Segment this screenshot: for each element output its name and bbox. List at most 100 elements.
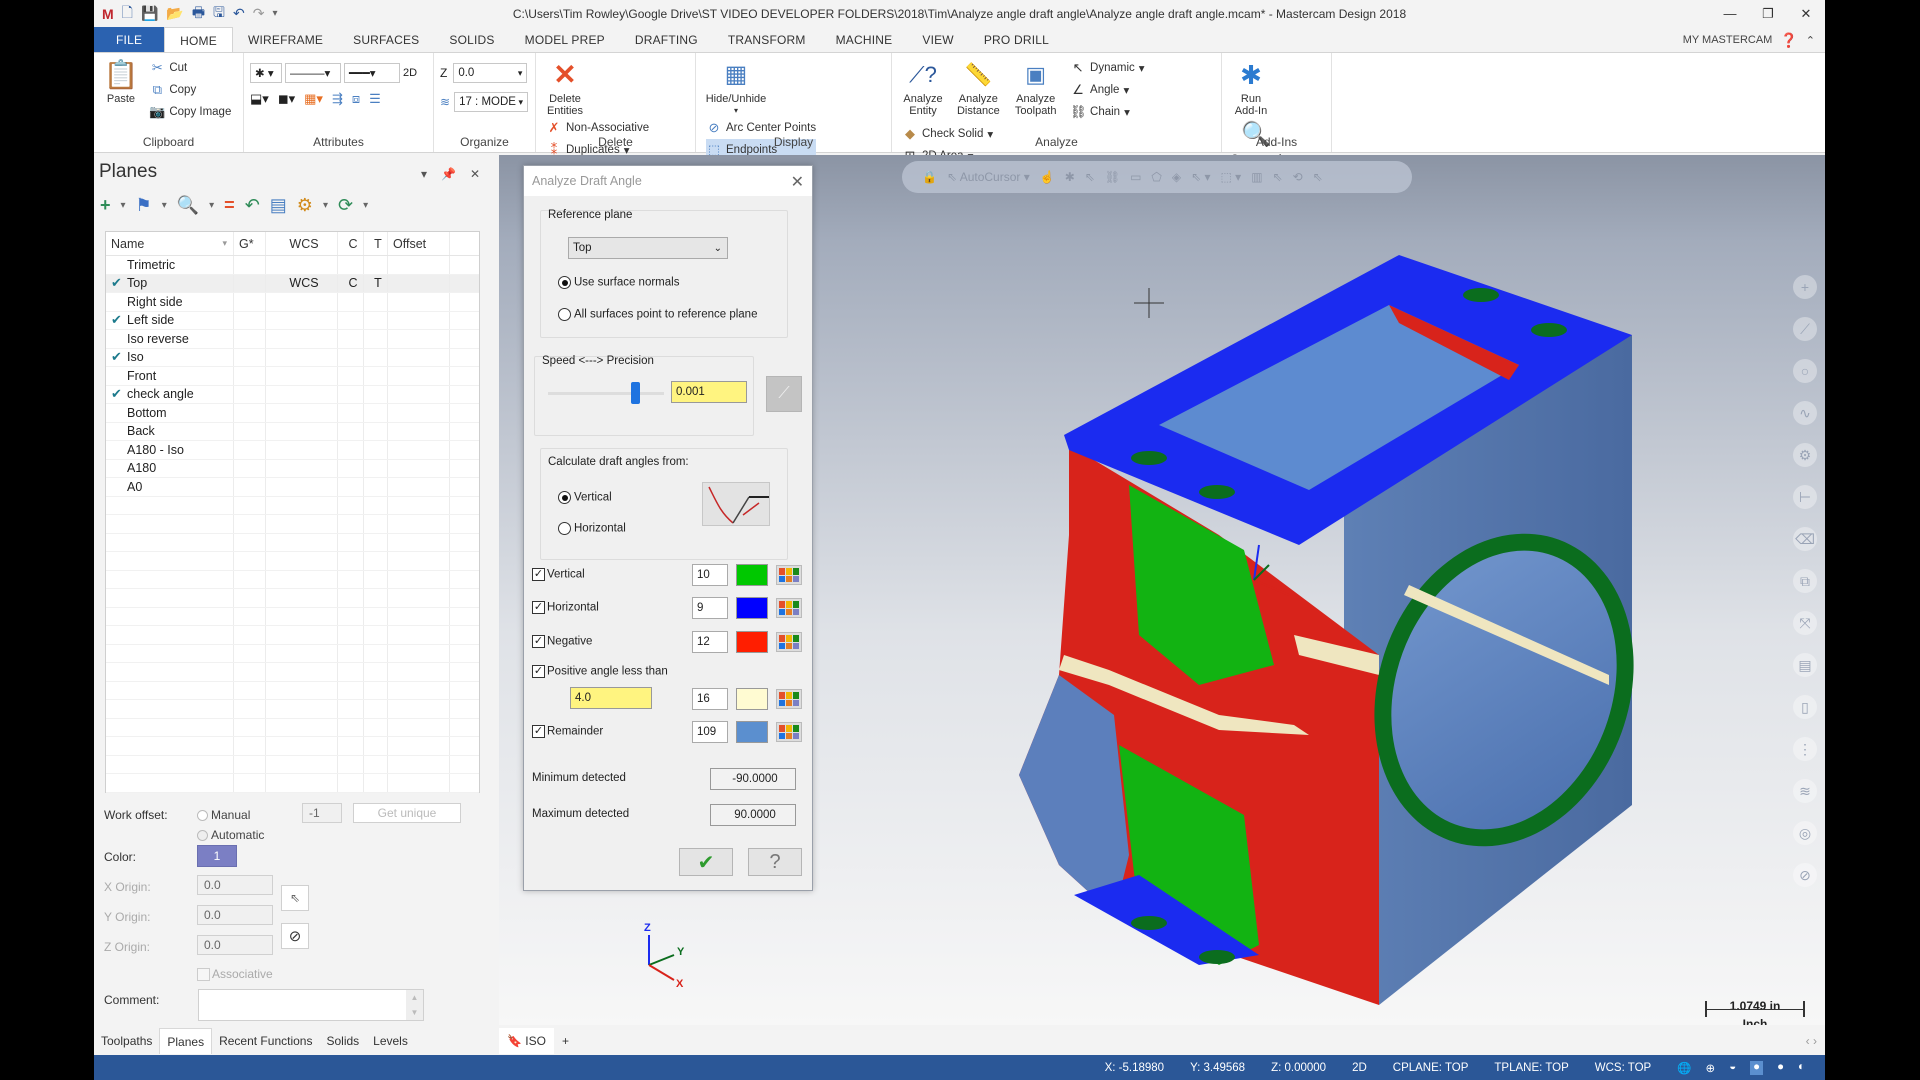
calc-horizontal-radio[interactable]: Horizontal xyxy=(558,522,626,535)
plane-c-cell[interactable] xyxy=(338,459,364,477)
precision-slider-track[interactable] xyxy=(548,392,664,395)
close-button[interactable]: ✕ xyxy=(1787,0,1825,27)
column-wcs[interactable]: WCS xyxy=(266,232,338,255)
tab-drafting[interactable]: DRAFTING xyxy=(620,27,713,53)
plane-c-cell[interactable] xyxy=(338,478,364,496)
category-level-input[interactable]: 109 xyxy=(692,721,728,743)
plane-wcs-cell[interactable] xyxy=(266,293,338,311)
delete-entities-button[interactable]: ✕ Delete Entities xyxy=(545,57,585,118)
zoom-in-icon[interactable]: + xyxy=(1793,275,1817,299)
column-t[interactable]: T xyxy=(364,232,388,255)
category-level-input[interactable]: 9 xyxy=(692,597,728,619)
wireframe-color-icon[interactable]: ⬓▾ xyxy=(250,91,269,107)
add-plane-icon[interactable]: + xyxy=(100,195,111,216)
reference-plane-dropdown[interactable]: Top ⌄ xyxy=(568,237,728,259)
plane-wcs-cell[interactable] xyxy=(266,330,338,348)
y-origin-input[interactable]: 0.0 xyxy=(197,905,273,925)
paste-button[interactable]: 📋 Paste xyxy=(103,57,139,106)
undo-icon[interactable]: ↶ xyxy=(233,5,245,22)
gear-tool-icon[interactable]: ⚙ xyxy=(1793,443,1817,467)
plane-c-cell[interactable] xyxy=(338,422,364,440)
plane-c-cell[interactable] xyxy=(338,330,364,348)
plane-row[interactable]: ✔ Left side xyxy=(106,311,479,330)
shaded-icon[interactable]: ● xyxy=(1750,1060,1764,1075)
shaded-edges-icon[interactable]: ● xyxy=(1777,1061,1784,1075)
all-surfaces-radio[interactable]: All surfaces point to reference plane xyxy=(558,308,757,321)
column-c[interactable]: C xyxy=(338,232,364,255)
color-palette-icon[interactable] xyxy=(776,632,802,652)
layers-icon[interactable]: ≋ xyxy=(1793,779,1817,803)
category-color-swatch[interactable] xyxy=(736,688,768,710)
plane-t-cell[interactable] xyxy=(364,385,388,403)
translucency-icon[interactable]: ◐ xyxy=(1798,1061,1805,1075)
plane-c-cell[interactable] xyxy=(338,293,364,311)
precision-apply-button[interactable]: ⟋ xyxy=(766,376,802,412)
plane-c-cell[interactable] xyxy=(338,441,364,459)
plane-t-cell[interactable] xyxy=(364,478,388,496)
plane-row[interactable]: Iso reverse xyxy=(106,330,479,349)
wireframe-globe-icon[interactable]: 🌐 xyxy=(1677,1061,1691,1075)
dimension-icon[interactable]: ⊢ xyxy=(1793,485,1817,509)
plane-wcs-cell[interactable] xyxy=(266,459,338,477)
flag-icon[interactable]: ⚑ xyxy=(136,195,152,216)
category-checkbox-remainder[interactable]: ✓ Remainder xyxy=(532,725,603,738)
wcs-status[interactable]: WCS: TOP xyxy=(1595,1062,1651,1074)
print-icon[interactable]: 🖶 xyxy=(192,2,205,26)
analyze-toolpath-button[interactable]: ▣ Analyze Toolpath xyxy=(1012,57,1060,118)
plane-t-cell[interactable] xyxy=(364,293,388,311)
cut-button[interactable]: ✂ Cut xyxy=(149,57,231,79)
line-style-dropdown[interactable]: ―――▾ xyxy=(285,63,341,83)
transform-icon[interactable]: ⤧ xyxy=(1793,611,1817,635)
viewsheet-tab-iso[interactable]: 🔖 ISO xyxy=(499,1028,554,1054)
section-view-icon[interactable]: ◒ xyxy=(1729,1061,1736,1075)
line-tool-icon[interactable]: ⟋ xyxy=(1793,317,1817,341)
plane-wcs-cell[interactable] xyxy=(266,311,338,329)
mode-2d-3d[interactable]: 2D xyxy=(1352,1062,1367,1074)
plane-wcs-cell[interactable]: WCS xyxy=(266,274,338,292)
use-surface-normals-radio[interactable]: Use surface normals xyxy=(558,276,679,289)
customize-qat-icon[interactable]: ▾ xyxy=(272,8,277,19)
new-file-icon[interactable]: 🗋 xyxy=(122,2,133,26)
category-level-input[interactable]: 10 xyxy=(692,564,728,586)
plane-t-cell[interactable] xyxy=(364,441,388,459)
ok-button[interactable]: ✔ xyxy=(679,848,733,876)
tab-model-prep[interactable]: MODEL PREP xyxy=(510,27,620,53)
grid-icon[interactable]: ⋮ xyxy=(1793,737,1817,761)
manual-radio[interactable]: Manual xyxy=(197,808,250,822)
plane-row[interactable]: Trimetric xyxy=(106,256,479,275)
plane-row[interactable]: A0 xyxy=(106,478,479,497)
plane-wcs-cell[interactable] xyxy=(266,422,338,440)
automatic-radio[interactable]: Automatic xyxy=(197,828,264,842)
equal-icon[interactable]: = xyxy=(224,195,235,216)
plane-t-cell[interactable] xyxy=(364,422,388,440)
tab-pro-drill[interactable]: PRO DRILL xyxy=(969,27,1064,53)
color-swatch-button[interactable]: 1 xyxy=(197,845,237,867)
bar-icon[interactable]: ▯ xyxy=(1793,695,1817,719)
plane-t-cell[interactable]: T xyxy=(364,274,388,292)
plane-wcs-cell[interactable] xyxy=(266,404,338,422)
copy-tool-icon[interactable]: ⧉ xyxy=(1793,569,1817,593)
positive-angle-threshold-input[interactable]: 4.0 xyxy=(570,687,652,709)
plane-c-cell[interactable]: C xyxy=(338,274,364,292)
dialog-close-icon[interactable]: ✕ xyxy=(791,172,804,192)
tab-view[interactable]: VIEW xyxy=(907,27,968,53)
help-icon[interactable]: ❓ xyxy=(1780,32,1797,49)
precision-input[interactable]: 0.001 xyxy=(671,381,747,403)
category-level-input[interactable]: 16 xyxy=(692,688,728,710)
tab-home[interactable]: HOME xyxy=(164,27,233,53)
hidden-line-icon[interactable]: ⊕ xyxy=(1706,1061,1716,1075)
plane-t-cell[interactable] xyxy=(364,459,388,477)
category-color-swatch[interactable] xyxy=(736,564,768,586)
reset-arrow-icon[interactable]: ↶ xyxy=(245,195,260,216)
line-width-dropdown[interactable]: ━━━▾ xyxy=(344,63,400,83)
column-offset[interactable]: Offset xyxy=(388,232,450,255)
associative-checkbox[interactable]: Associative xyxy=(197,967,273,982)
category-checkbox-positive-angle-less-than[interactable]: ✓ Positive angle less than xyxy=(532,665,668,678)
refresh-icon[interactable]: ⟳ xyxy=(338,195,353,216)
tab-levels[interactable]: Levels xyxy=(366,1028,415,1054)
point-style-dropdown[interactable]: ✱ ▾ xyxy=(250,63,282,83)
my-mastercam-link[interactable]: MY MASTERCAM xyxy=(1683,34,1773,46)
category-checkbox-negative[interactable]: ✓ Negative xyxy=(532,635,592,648)
plane-c-cell[interactable] xyxy=(338,348,364,366)
color-palette-icon[interactable] xyxy=(776,722,802,742)
